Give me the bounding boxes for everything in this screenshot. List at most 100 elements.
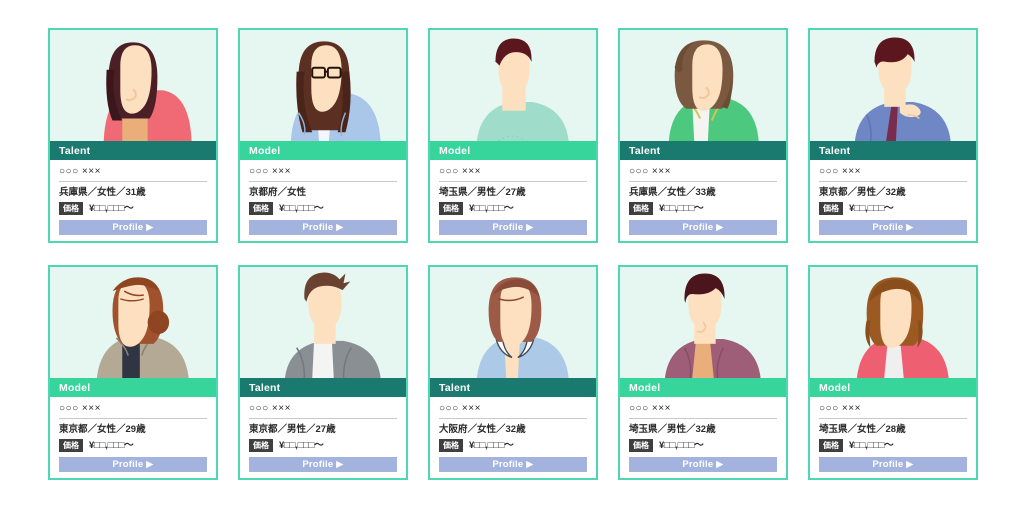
price-badge-label: 価格 [439,439,463,452]
avatar-woman-auburn-hair-pink-cardigan-icon [810,269,976,378]
price-value: ¥□□,□□□〜 [279,203,324,214]
card-body: ○○○ ××× 東京都／女性／29歳 価格 ¥□□,□□□〜 Profile ▶ [50,397,216,478]
avatar-photo [430,30,596,141]
price-badge-label: 価格 [249,439,273,452]
profile-button[interactable]: Profile ▶ [439,220,587,235]
price-value: ¥□□,□□□〜 [89,203,134,214]
card-body: ○○○ ××× 埼玉県／男性／32歳 価格 ¥□□,□□□〜 Profile ▶ [620,397,786,478]
price-value: ¥□□,□□□〜 [659,203,704,214]
price-value: ¥□□,□□□〜 [849,440,894,451]
talent-meta: 埼玉県／男性／32歳 [629,424,716,435]
talent-card[interactable]: Talent ○○○ ××× 兵庫県／女性／33歳 価格 ¥□□,□□□〜 Pr… [618,28,788,243]
avatar-woman-short-bob-light-blue-blouse-icon [430,269,596,378]
card-body: ○○○ ××× 埼玉県／男性／27歳 価格 ¥□□,□□□〜 Profile ▶ [430,160,596,241]
talent-name: ○○○ ××× [819,402,967,419]
profile-button[interactable]: Profile ▶ [439,457,587,472]
talent-meta: 東京都／男性／27歳 [249,424,336,435]
avatar-photo [50,267,216,378]
price-badge-label: 価格 [819,202,843,215]
role-badge: Talent [430,378,596,397]
price-badge-label: 価格 [629,439,653,452]
card-body: ○○○ ××× 大阪府／女性／32歳 価格 ¥□□,□□□〜 Profile ▶ [430,397,596,478]
avatar-woman-brown-wavy-green-jacket-icon [620,32,786,141]
price-row: 価格 ¥□□,□□□〜 [629,202,777,220]
talent-card-grid: Talent ○○○ ××× 兵庫県／女性／31歳 価格 ¥□□,□□□〜 Pr… [0,0,1024,512]
card-body: ○○○ ××× 京都府／女性 価格 ¥□□,□□□〜 Profile ▶ [240,160,406,241]
avatar-photo [810,267,976,378]
talent-name: ○○○ ××× [819,165,967,182]
card-body: ○○○ ××× 東京都／男性／27歳 価格 ¥□□,□□□〜 Profile ▶ [240,397,406,478]
avatar-photo [240,30,406,141]
profile-button[interactable]: Profile ▶ [249,220,397,235]
talent-name: ○○○ ××× [59,402,207,419]
price-badge-label: 価格 [439,202,463,215]
price-row: 価格 ¥□□,□□□〜 [249,439,397,457]
talent-card[interactable]: Model ○○○ ××× 埼玉県／女性／28歳 価格 ¥□□,□□□〜 Pro… [808,265,978,480]
talent-card[interactable]: Talent ○○○ ××× 大阪府／女性／32歳 価格 ¥□□,□□□〜 Pr… [428,265,598,480]
price-value: ¥□□,□□□〜 [89,440,134,451]
avatar-photo [50,30,216,141]
talent-meta: 東京都／男性／32歳 [819,187,906,198]
profile-button[interactable]: Profile ▶ [629,220,777,235]
price-badge-label: 価格 [59,202,83,215]
role-badge: Talent [810,141,976,160]
avatar-photo [620,267,786,378]
avatar-man-spiky-hair-grey-suit-icon [240,269,406,378]
talent-name: ○○○ ××× [439,402,587,419]
role-badge: Talent [50,141,216,160]
talent-meta: 京都府／女性 [249,187,307,198]
talent-card[interactable]: Model ○○○ ××× 埼玉県／男性／27歳 価格 ¥□□,□□□〜 Pro… [428,28,598,243]
price-row: 価格 ¥□□,□□□〜 [629,439,777,457]
profile-button[interactable]: Profile ▶ [59,220,207,235]
talent-meta: 兵庫県／女性／31歳 [59,187,146,198]
price-value: ¥□□,□□□〜 [469,203,514,214]
price-value: ¥□□,□□□〜 [279,440,324,451]
talent-meta: 東京都／女性／29歳 [59,424,146,435]
price-value: ¥□□,□□□〜 [469,440,514,451]
price-row: 価格 ¥□□,□□□〜 [59,439,207,457]
talent-meta: 埼玉県／男性／27歳 [439,187,526,198]
talent-card[interactable]: Talent ○○○ ××× 東京都／男性／32歳 価格 ¥□□,□□□〜 Pr… [808,28,978,243]
avatar-man-blue-suit-hand-chin-icon [810,32,976,141]
avatar-woman-glasses-blue-shirt-icon [240,32,406,141]
role-badge: Model [240,141,406,160]
talent-card[interactable]: Talent ○○○ ××× 東京都／男性／27歳 価格 ¥□□,□□□〜 Pr… [238,265,408,480]
avatar-man-dark-hair-plum-jacket-icon [620,269,786,378]
talent-card[interactable]: Model ○○○ ××× 東京都／女性／29歳 価格 ¥□□,□□□〜 Pro… [48,265,218,480]
price-row: 価格 ¥□□,□□□〜 [819,439,967,457]
price-row: 価格 ¥□□,□□□〜 [59,202,207,220]
profile-button[interactable]: Profile ▶ [819,457,967,472]
avatar-photo [240,267,406,378]
talent-name: ○○○ ××× [249,165,397,182]
price-value: ¥□□,□□□〜 [849,203,894,214]
price-row: 価格 ¥□□,□□□〜 [819,202,967,220]
talent-card[interactable]: Model ○○○ ××× 埼玉県／男性／32歳 価格 ¥□□,□□□〜 Pro… [618,265,788,480]
talent-name: ○○○ ××× [629,165,777,182]
role-badge: Model [50,378,216,397]
talent-name: ○○○ ××× [59,165,207,182]
price-row: 価格 ¥□□,□□□〜 [439,439,587,457]
talent-card[interactable]: Talent ○○○ ××× 兵庫県／女性／31歳 価格 ¥□□,□□□〜 Pr… [48,28,218,243]
price-badge-label: 価格 [819,439,843,452]
talent-card[interactable]: Model ○○○ ××× 京都府／女性 価格 ¥□□,□□□〜 Profile… [238,28,408,243]
profile-button[interactable]: Profile ▶ [249,457,397,472]
talent-name: ○○○ ××× [249,402,397,419]
talent-name: ○○○ ××× [439,165,587,182]
price-row: 価格 ¥□□,□□□〜 [439,202,587,220]
role-badge: Model [620,378,786,397]
talent-name: ○○○ ××× [629,402,777,419]
avatar-woman-long-dark-hair-pink-top-icon [50,32,216,141]
avatar-man-dark-hair-mint-tee-icon [430,32,596,141]
card-body: ○○○ ××× 東京都／男性／32歳 価格 ¥□□,□□□〜 Profile ▶ [810,160,976,241]
price-badge-label: 価格 [59,439,83,452]
talent-meta: 兵庫県／女性／33歳 [629,187,716,198]
profile-button[interactable]: Profile ▶ [59,457,207,472]
card-body: ○○○ ××× 埼玉県／女性／28歳 価格 ¥□□,□□□〜 Profile ▶ [810,397,976,478]
card-body: ○○○ ××× 兵庫県／女性／31歳 価格 ¥□□,□□□〜 Profile ▶ [50,160,216,241]
profile-button[interactable]: Profile ▶ [819,220,967,235]
role-badge: Model [810,378,976,397]
role-badge: Talent [240,378,406,397]
profile-button[interactable]: Profile ▶ [629,457,777,472]
talent-meta: 埼玉県／女性／28歳 [819,424,906,435]
avatar-photo [430,267,596,378]
